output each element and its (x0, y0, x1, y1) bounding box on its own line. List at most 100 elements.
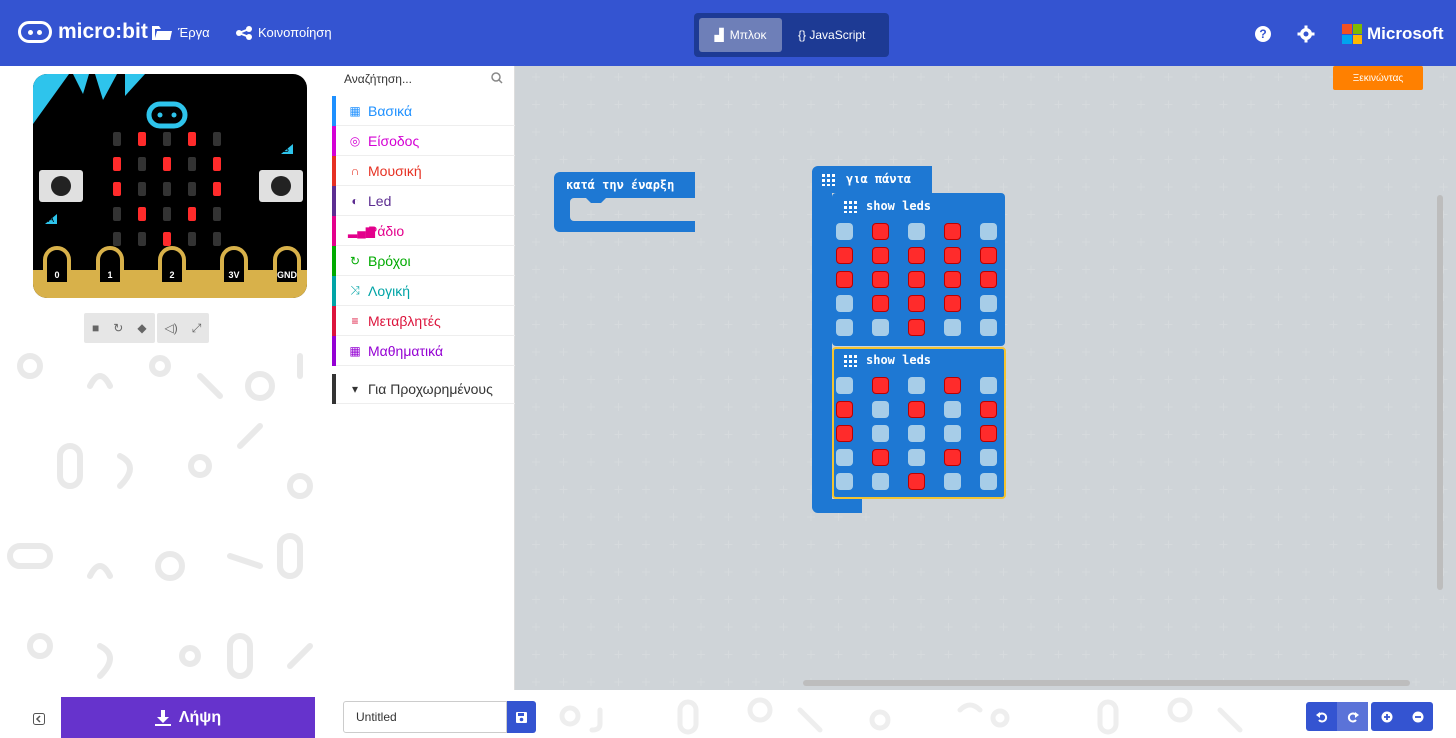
share-button[interactable]: Κοινοποίηση (236, 25, 332, 40)
led-off[interactable] (980, 295, 997, 312)
pin-2[interactable]: 2 (158, 246, 186, 286)
restart-icon[interactable]: ↻ (113, 321, 123, 335)
toolbox-category[interactable]: ≡ Μεταβλητές (332, 306, 515, 336)
led-on[interactable] (944, 295, 961, 312)
javascript-mode-button[interactable]: {} JavaScript (786, 18, 877, 52)
headphones-icon: ∩ (350, 163, 360, 178)
toolbox-category[interactable]: ∩ Μουσική (332, 156, 515, 186)
toolbox-category[interactable]: ⤨ Λογική (332, 276, 515, 306)
led-on[interactable] (908, 401, 925, 418)
vertical-scrollbar[interactable] (1437, 195, 1443, 590)
toolbox-category[interactable]: ▾ Για Προχωρημένους (332, 374, 515, 404)
led-off[interactable] (980, 473, 997, 490)
pin-gnd[interactable]: GND (273, 246, 301, 286)
led-off[interactable] (908, 223, 925, 240)
led-off[interactable] (944, 425, 961, 442)
led-off[interactable] (872, 425, 889, 442)
led-off[interactable] (980, 319, 997, 336)
led-on[interactable] (836, 247, 853, 264)
led-off[interactable] (908, 449, 925, 466)
led-on[interactable] (944, 271, 961, 288)
led-on[interactable] (944, 377, 961, 394)
toolbox-category[interactable]: ▦ Βασικά (332, 96, 515, 126)
led-on[interactable] (980, 247, 997, 264)
led-on[interactable] (908, 247, 925, 264)
toolbox-category[interactable]: ↻ Βρόχοι (332, 246, 515, 276)
pin-3v[interactable]: 3V (220, 246, 248, 286)
undo-button[interactable] (1306, 702, 1337, 731)
blocks-workspace[interactable]: κατά την έναρξη για πάντα show leds show… (515, 66, 1456, 690)
led-on[interactable] (836, 425, 853, 442)
stop-icon[interactable]: ■ (92, 321, 99, 335)
pin-label: 2 (169, 270, 175, 280)
led-off[interactable] (836, 223, 853, 240)
collapse-simulator-button[interactable] (20, 707, 58, 731)
led-off[interactable] (836, 449, 853, 466)
led-on[interactable] (944, 223, 961, 240)
toolbox-category[interactable]: ◐ Led (332, 186, 515, 216)
search-input[interactable]: Αναζήτηση... (332, 66, 515, 92)
led-on[interactable] (836, 271, 853, 288)
pin-1[interactable]: 1 (96, 246, 124, 286)
led-on[interactable] (944, 247, 961, 264)
led-off[interactable] (908, 377, 925, 394)
zoom-in-button[interactable] (1371, 702, 1402, 731)
horizontal-scrollbar[interactable] (803, 680, 1410, 686)
on-start-block[interactable]: κατά την έναρξη (554, 172, 695, 232)
toolbox-category[interactable]: ◎ Είσοδος (332, 126, 515, 156)
slowmo-icon[interactable]: ◆ (137, 321, 146, 335)
led-off[interactable] (836, 473, 853, 490)
microsoft-logo[interactable]: Microsoft (1342, 24, 1444, 44)
led-off[interactable] (980, 223, 997, 240)
led-on[interactable] (836, 401, 853, 418)
led-off[interactable] (836, 295, 853, 312)
brand-logo[interactable]: micro:bit (18, 20, 148, 44)
signal-icon: ▂▄▆ (348, 223, 375, 238)
toolbox-category[interactable]: ▂▄▆ Ράδιο (332, 216, 515, 246)
pin-0[interactable]: 0 (43, 246, 71, 286)
getting-started-button[interactable]: Ξεκινώντας (1333, 66, 1423, 90)
led-on[interactable] (980, 271, 997, 288)
led-off[interactable] (980, 449, 997, 466)
show-leds-block-selected[interactable]: show leds (832, 347, 1006, 499)
help-icon[interactable]: ? (1254, 25, 1272, 43)
zoom-out-button[interactable] (1402, 702, 1433, 731)
download-button[interactable]: Λήψη (61, 697, 315, 738)
led-off[interactable] (944, 319, 961, 336)
led-on[interactable] (908, 295, 925, 312)
led-on[interactable] (908, 319, 925, 336)
led-off[interactable] (836, 319, 853, 336)
sim-led-off (138, 182, 146, 196)
led-on[interactable] (944, 449, 961, 466)
save-button[interactable] (507, 701, 536, 733)
led-on[interactable] (872, 223, 889, 240)
blocks-mode-button[interactable]: ▟ Μπλοκ (699, 18, 782, 52)
led-on[interactable] (872, 271, 889, 288)
toolbox-category[interactable]: ▦ Μαθηματικά (332, 336, 515, 366)
led-off[interactable] (944, 401, 961, 418)
redo-button[interactable] (1337, 702, 1368, 731)
led-on[interactable] (908, 271, 925, 288)
led-on[interactable] (980, 401, 997, 418)
pin-label: 0 (54, 270, 60, 280)
gear-icon[interactable] (1297, 25, 1315, 43)
led-off[interactable] (872, 473, 889, 490)
projects-button[interactable]: Έργα (152, 25, 210, 40)
led-on[interactable] (872, 247, 889, 264)
sim-led-off (188, 232, 196, 246)
led-off[interactable] (980, 377, 997, 394)
led-on[interactable] (872, 449, 889, 466)
show-leds-block[interactable]: show leds (832, 193, 1005, 346)
project-name-input[interactable] (343, 701, 507, 733)
led-off[interactable] (944, 473, 961, 490)
led-off[interactable] (872, 319, 889, 336)
led-off[interactable] (872, 401, 889, 418)
fullscreen-icon[interactable]: ⤢ (192, 321, 202, 336)
led-on[interactable] (872, 295, 889, 312)
led-on[interactable] (872, 377, 889, 394)
led-on[interactable] (980, 425, 997, 442)
led-off[interactable] (908, 425, 925, 442)
mute-icon[interactable]: ◁) (165, 321, 178, 335)
led-off[interactable] (836, 377, 853, 394)
led-on[interactable] (908, 473, 925, 490)
